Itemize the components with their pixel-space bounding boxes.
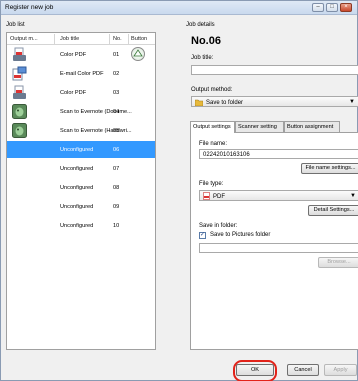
job-list-row[interactable]: Color PDF 03 [7,84,155,101]
job-number-cell: 02 [113,71,120,77]
title-bar: Register new job – □ × [1,1,357,15]
output-method-value: Save to folder [206,99,244,106]
ok-highlight-ring [233,360,277,381]
tab-output-settings[interactable]: Output settings [190,121,235,133]
output-method-dropdown[interactable]: Save to folder ▼ [191,96,358,107]
job-list-label: Job list [6,22,25,28]
maximize-icon[interactable]: □ [326,3,338,12]
browse-button[interactable]: Browse... [318,257,358,268]
job-list-row[interactable]: Unconfigured 06 [7,141,155,158]
detail-settings-button[interactable]: Detail Settings... [308,205,358,216]
register-job-dialog: Register new job – □ × Job list Output m… [0,0,358,381]
job-title-cell: Scan to Evernote (Handwri... [60,128,132,134]
minimize-icon[interactable]: – [312,3,324,12]
job-list-row[interactable]: Unconfigured 10 [7,217,155,234]
job-title-cell: Unconfigured [60,223,94,229]
job-title-cell: Scan to Evernote (Docume... [60,109,132,115]
output-settings-panel: File name: 02242010163106 File name sett… [190,132,358,350]
job-number-cell: 04 [113,109,120,115]
evernote-icon [12,123,27,138]
save-in-folder-label: Save in folder: [199,223,238,229]
job-number-cell: 09 [113,204,120,210]
scan-button-icon [131,47,145,61]
job-title-cell: E-mail Color PDF [60,71,104,77]
file-type-dropdown[interactable]: PDF ▼ [199,190,358,201]
email-pdf-icon [12,66,27,81]
job-number-cell: 07 [113,166,120,172]
column-header-button[interactable]: Button [131,36,147,42]
job-title-cell: Color PDF [60,52,87,58]
job-number-cell: 08 [113,185,120,191]
job-number-cell: 06 [113,147,120,153]
evernote-icon [12,104,27,119]
job-list-row[interactable]: Unconfigured 09 [7,198,155,215]
job-number-cell: 10 [113,223,120,229]
job-list-row[interactable]: Scan to Evernote (Docume... 04 [7,103,155,120]
close-icon[interactable]: × [340,3,352,12]
job-title-input[interactable] [191,65,358,75]
chevron-down-icon: ▼ [350,193,356,199]
job-list-header: Output m... Job title No. Button [7,33,155,45]
file-name-input[interactable]: 02242010163106 [199,149,358,159]
job-list-row[interactable]: Unconfigured 07 [7,160,155,177]
file-name-settings-button[interactable]: File name settings... [301,163,358,174]
job-number-cell: 01 [113,52,120,58]
job-number-title: No.06 [191,35,221,47]
job-number-cell: 05 [113,128,120,134]
scanner-pdf-icon [12,47,27,62]
folder-path-input[interactable] [199,243,358,253]
tab-scanner-setting[interactable]: Scanner setting [235,121,284,132]
folder-icon [195,99,203,106]
job-number-cell: 03 [113,90,120,96]
file-name-label: File name: [199,141,228,147]
job-list-row[interactable]: Color PDF 01 [7,46,155,63]
save-to-pictures-label: Save to Pictures folder [210,232,271,238]
cancel-button[interactable]: Cancel [287,364,319,376]
job-list-row[interactable]: Scan to Evernote (Handwri... 05 [7,122,155,139]
output-method-label: Output method: [191,87,233,93]
job-details-panel: No.06 Job title: Output method: Save to … [186,32,358,350]
scanner-pdf-icon [12,85,27,100]
job-list-row[interactable]: Unconfigured 08 [7,179,155,196]
column-header-title[interactable]: Job title [60,36,79,42]
tab-button-assignment[interactable]: Button assignment [284,121,340,132]
column-header-output[interactable]: Output m... [10,36,38,42]
file-type-label: File type: [199,181,224,187]
job-list: Output m... Job title No. Button Color P… [6,32,156,350]
job-title-cell: Color PDF [60,90,87,96]
job-title-cell: Unconfigured [60,204,94,210]
chevron-down-icon: ▼ [349,99,355,105]
column-header-no[interactable]: No. [113,36,122,42]
apply-button[interactable]: Apply [324,364,357,376]
job-details-label: Job details [186,22,215,28]
job-title-cell: Unconfigured [60,185,94,191]
job-list-row[interactable]: E-mail Color PDF 02 [7,65,155,82]
job-title-cell: Unconfigured [60,147,94,153]
file-name-value: 02242010163106 [203,152,250,158]
job-title-cell: Unconfigured [60,166,94,172]
job-title-label: Job title: [191,55,214,61]
file-type-value: PDF [213,193,225,200]
save-to-pictures-checkbox[interactable]: ✓ [199,232,206,239]
pdf-icon [203,192,210,200]
dialog-buttons: OK Cancel Apply [1,360,357,380]
window-title: Register new job [5,4,54,11]
